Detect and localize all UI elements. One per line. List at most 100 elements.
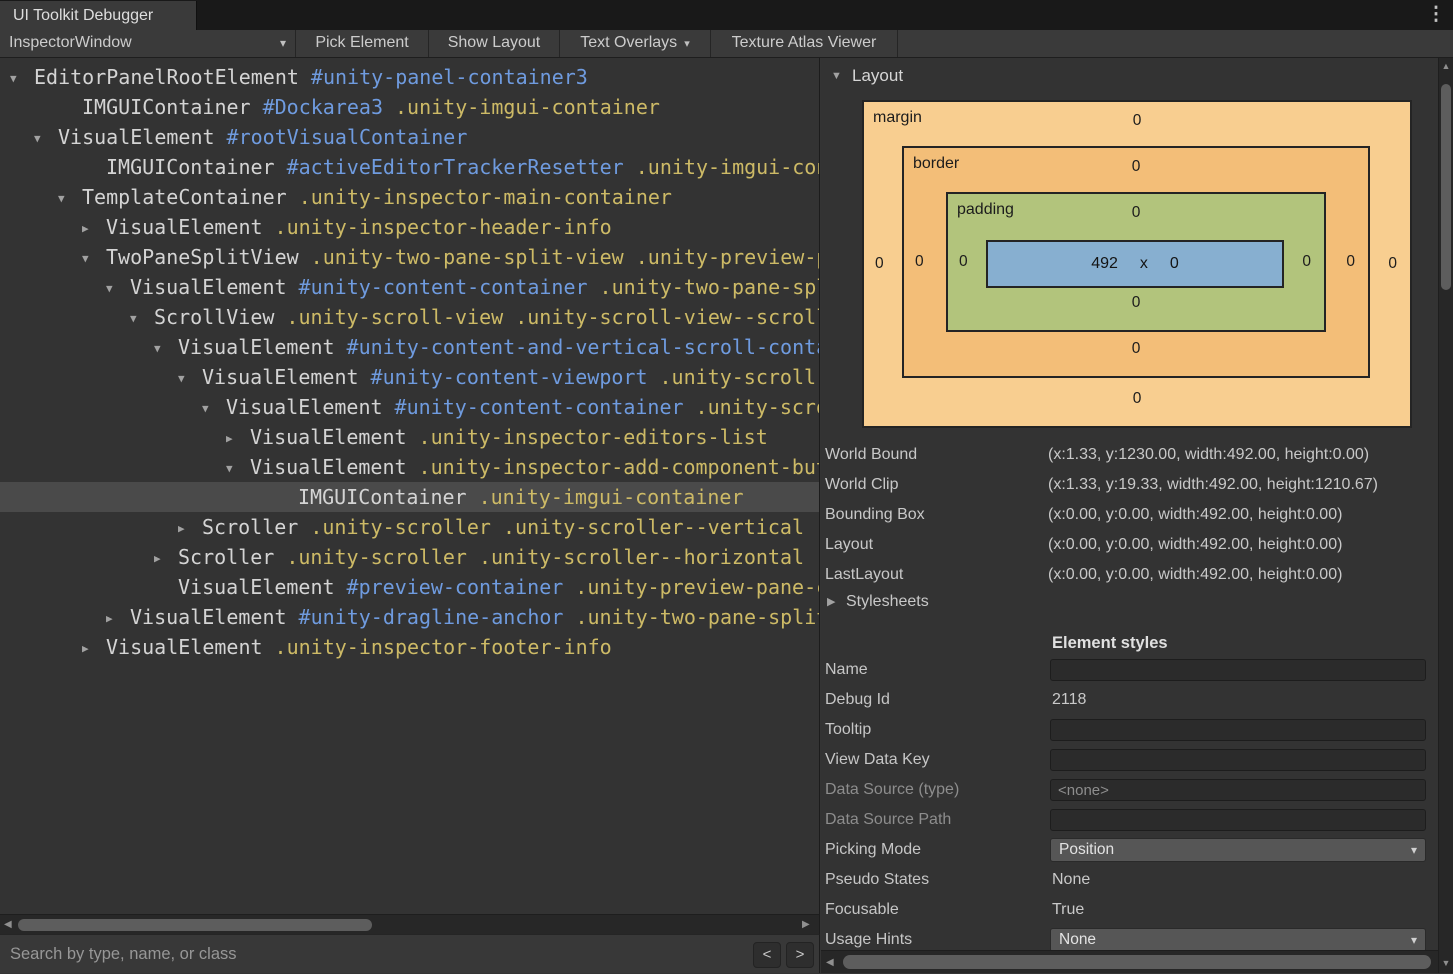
tree-row[interactable]: IMGUIContainer#Dockarea3.unity-imgui-con… <box>0 92 819 122</box>
layout-section-header[interactable]: ▼ Layout <box>821 58 1438 94</box>
tree-row[interactable]: ▼VisualElement.unity-inspector-add-compo… <box>0 452 819 482</box>
field-data-source-path-input[interactable] <box>1050 809 1426 831</box>
kebab-menu-icon[interactable]: ⋮ <box>1425 0 1447 30</box>
chevron-right-icon[interactable]: ▶ <box>82 634 106 664</box>
field-data-source-type-input[interactable] <box>1050 779 1426 801</box>
element-id-label: #unity-content-container <box>299 275 588 299</box>
element-styles-header: Element styles <box>1052 628 1168 658</box>
chevron-down-icon[interactable]: ▼ <box>10 64 34 94</box>
chevron-down-icon: ▾ <box>684 38 690 50</box>
chevron-down-icon[interactable]: ▼ <box>178 364 202 394</box>
tree-row[interactable]: ▼VisualElement#unity-content-and-vertica… <box>0 332 819 362</box>
field-picking-mode-dropdown[interactable]: Position▾ <box>1050 838 1426 862</box>
property-label: World Clip <box>825 470 899 500</box>
tree-row[interactable]: ▶Scroller.unity-scroller .unity-scroller… <box>0 542 819 572</box>
show-layout-button[interactable]: Show Layout <box>429 30 560 57</box>
tree-row[interactable]: ▼TemplateContainer.unity-inspector-main-… <box>0 182 819 212</box>
element-classes-label: .unity-inspector-editors-list <box>419 425 768 449</box>
chevron-right-icon[interactable]: ▶ <box>226 424 250 454</box>
text-overlays-button[interactable]: Text Overlays▾ <box>560 30 711 57</box>
tree-row[interactable]: ▼VisualElement#rootVisualContainer <box>0 122 819 152</box>
field-name: Name <box>821 655 1438 685</box>
property-value: (x:0.00, y:0.00, width:492.00, height:0.… <box>1048 530 1342 560</box>
stylesheets-foldout[interactable]: ▶ Stylesheets <box>821 587 1438 617</box>
tree-row[interactable]: ▼EditorPanelRootElement#unity-panel-cont… <box>0 62 819 92</box>
tree-row[interactable]: ▶VisualElement.unity-inspector-header-in… <box>0 212 819 242</box>
border-left-value: 0 <box>915 253 924 271</box>
panel-picker-dropdown[interactable]: InspectorWindow ▾ <box>0 30 296 57</box>
chevron-down-icon[interactable]: ▼ <box>831 58 842 94</box>
chevron-right-icon[interactable]: ▶ <box>82 214 106 244</box>
tree-row[interactable]: ▶VisualElement.unity-inspector-footer-in… <box>0 632 819 662</box>
scrollbar-thumb[interactable] <box>843 955 1431 969</box>
border-right-value: 0 <box>1346 253 1355 271</box>
chevron-right-icon[interactable]: ▶ <box>154 544 178 574</box>
pick-element-button[interactable]: Pick Element <box>296 30 429 57</box>
tree-row[interactable]: ▼ScrollView.unity-scroll-view .unity-scr… <box>0 302 819 332</box>
tree-row[interactable]: IMGUIContainer.unity-imgui-container <box>0 482 819 512</box>
chevron-down-icon[interactable]: ▼ <box>130 304 154 334</box>
chevron-down-icon[interactable]: ▼ <box>202 394 226 424</box>
element-classes-label: .unity-scroller .unity-scroller--vertica… <box>310 515 820 539</box>
scroll-left-icon[interactable]: ◀ <box>826 951 834 974</box>
tree-horizontal-scrollbar[interactable]: ◀ ▶ <box>0 914 820 934</box>
tree-row[interactable]: ▼VisualElement#unity-content-viewport.un… <box>0 362 819 392</box>
inspector-vertical-scrollbar[interactable]: ▲ ▼ <box>1438 58 1453 973</box>
element-classes-label: .unity-preview-pane-container <box>575 575 820 599</box>
tab-ui-toolkit-debugger[interactable]: UI Toolkit Debugger <box>0 1 197 30</box>
search-next-button[interactable]: > <box>786 942 814 968</box>
field-debug-id: Debug Id2118 <box>821 685 1438 715</box>
tree-row[interactable]: ▶VisualElement.unity-inspector-editors-l… <box>0 422 819 452</box>
scroll-right-icon[interactable]: ▶ <box>802 915 810 935</box>
border-label: border <box>913 155 959 173</box>
scrollbar-thumb[interactable] <box>18 919 372 931</box>
inspector-horizontal-scrollbar[interactable]: ◀ <box>821 950 1438 973</box>
field-usage-hints-dropdown[interactable]: None▾ <box>1050 928 1426 950</box>
chevron-down-icon[interactable]: ▼ <box>106 274 130 304</box>
chevron-down-icon[interactable]: ▼ <box>58 184 82 214</box>
field-tooltip-input[interactable] <box>1050 719 1426 741</box>
margin-bottom-value: 0 <box>1133 390 1142 408</box>
field-usage-hints: Usage HintsNone▾ <box>821 925 1438 950</box>
field-name-input[interactable] <box>1050 659 1426 681</box>
chevron-down-icon[interactable]: ▼ <box>154 334 178 364</box>
chevron-down-icon[interactable]: ▼ <box>82 244 106 274</box>
scrollbar-thumb[interactable] <box>1441 84 1451 290</box>
margin-left-value: 0 <box>875 255 884 273</box>
tree-row[interactable]: ▼VisualElement#unity-content-container.u… <box>0 392 819 422</box>
margin-top-value: 0 <box>1133 112 1142 130</box>
scroll-down-icon[interactable]: ▼ <box>1439 958 1453 968</box>
layout-property-row: LastLayout(x:0.00, y:0.00, width:492.00,… <box>821 560 1438 590</box>
chevron-right-icon[interactable]: ▶ <box>178 514 202 544</box>
field-value: 2118 <box>1052 685 1086 715</box>
element-type-label: Scroller <box>202 515 298 539</box>
scroll-left-icon[interactable]: ◀ <box>4 915 12 935</box>
tree-row[interactable]: VisualElement#preview-container.unity-pr… <box>0 572 819 602</box>
tree-row[interactable]: IMGUIContainer#activeEditorTrackerResett… <box>0 152 819 182</box>
element-classes-label: .unity-scroller .unity-scroller--horizon… <box>286 545 820 569</box>
element-id-label: #unity-content-container <box>395 395 684 419</box>
field-view-data-key-input[interactable] <box>1050 749 1426 771</box>
padding-label: padding <box>957 201 1014 219</box>
chevron-right-icon[interactable]: ▶ <box>827 587 835 617</box>
tree-row[interactable]: ▶VisualElement#unity-dragline-anchor.uni… <box>0 602 819 632</box>
field-label: Pseudo States <box>825 865 929 895</box>
scroll-up-icon[interactable]: ▲ <box>1439 61 1453 71</box>
dropdown-value: Position <box>1059 841 1114 858</box>
field-view-data-key: View Data Key <box>821 745 1438 775</box>
chevron-down-icon[interactable]: ▼ <box>226 454 250 484</box>
field-focusable: FocusableTrue <box>821 895 1438 925</box>
chevron-down-icon[interactable]: ▼ <box>34 124 58 154</box>
field-label: Picking Mode <box>825 835 921 865</box>
tree-row[interactable]: ▼TwoPaneSplitView.unity-two-pane-split-v… <box>0 242 819 272</box>
tree-row[interactable]: ▼VisualElement#unity-content-container.u… <box>0 272 819 302</box>
title-bar: UI Toolkit Debugger ⋮ <box>0 0 1453 30</box>
chevron-right-icon[interactable]: ▶ <box>106 604 130 634</box>
field-data-source-path: Data Source Path <box>821 805 1438 835</box>
property-value: (x:1.33, y:19.33, width:492.00, height:1… <box>1048 470 1378 500</box>
element-id-label: #unity-panel-container3 <box>311 65 588 89</box>
search-input[interactable] <box>1 935 736 973</box>
search-prev-button[interactable]: < <box>753 942 781 968</box>
tree-row[interactable]: ▶Scroller .unity-scroller .unity-scroller… <box>0 512 819 542</box>
texture-atlas-viewer-button[interactable]: Texture Atlas Viewer <box>711 30 898 57</box>
